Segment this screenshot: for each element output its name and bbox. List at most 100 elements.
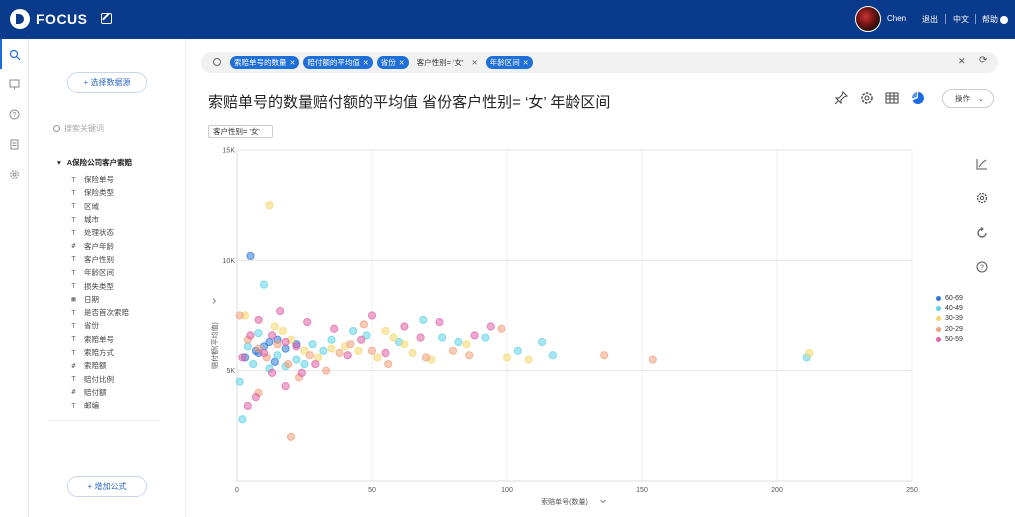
close-icon[interactable]: ✕	[523, 60, 529, 67]
field-item[interactable]: T 索赔单号	[69, 333, 129, 346]
avatar[interactable]	[855, 6, 881, 32]
field-label: 省份	[84, 321, 99, 331]
field-item[interactable]: T 客户性别	[69, 253, 129, 266]
legend-swatch	[936, 316, 941, 322]
x-tick-label: 250	[906, 487, 918, 494]
data-point	[359, 320, 368, 329]
pin-icon[interactable]	[833, 91, 848, 106]
x-tick-label: 50	[368, 487, 376, 494]
field-item[interactable]: T 邮编	[69, 399, 129, 412]
top-bar: FOCUS Chen 退出 中文 帮助	[0, 0, 1015, 39]
filter-tag[interactable]: 客户性别= '女'	[208, 125, 273, 138]
query-chip[interactable]: 省份 ✕	[376, 56, 409, 69]
query-filter-text[interactable]: 客户性别= '女' ✕	[413, 56, 482, 69]
reset-icon[interactable]	[973, 227, 991, 245]
board-icon[interactable]	[8, 79, 21, 92]
left-rail: ?	[0, 39, 29, 517]
keyword-search[interactable]: 搜索关键词	[53, 123, 165, 137]
field-label: 赔付比例	[84, 374, 114, 384]
field-label: 客户性别	[84, 254, 114, 264]
table-icon[interactable]	[884, 91, 899, 106]
refresh-icon[interactable]: ⟳	[979, 55, 987, 66]
chart-type-icon[interactable]	[910, 91, 925, 106]
data-point	[308, 340, 317, 349]
search-icon[interactable]	[8, 49, 21, 62]
chevron-down-icon	[600, 499, 606, 504]
field-list: T 保险单号 T 保险类型 T 区域 T 城市 T 处理状态 # 客户年龄 T 客户性别 T 年龄区间 T 损失类…	[69, 173, 129, 412]
legend-item[interactable]: 20-29	[936, 324, 963, 334]
divider	[49, 420, 159, 421]
add-formula-button[interactable]: + 增加公式	[67, 476, 147, 497]
field-item[interactable]: T 索赔方式	[69, 346, 129, 359]
text-field-icon: T	[71, 282, 76, 291]
close-icon[interactable]: ✕	[363, 60, 369, 67]
x-tick-label: 150	[636, 487, 648, 494]
legend-item[interactable]: 40-49	[936, 303, 963, 313]
gear-icon[interactable]	[8, 169, 21, 182]
field-label: 损失类型	[84, 281, 114, 291]
help-label: 帮助	[982, 15, 998, 24]
clear-icon[interactable]: ✕	[958, 56, 966, 67]
tree-root[interactable]: A保险公司客户索赔	[57, 157, 132, 168]
search-icon	[213, 58, 221, 66]
y-tick-label: 5K	[226, 368, 235, 375]
field-item[interactable]: T 处理状态	[69, 226, 129, 239]
query-chip[interactable]: 年龄区间 ✕	[485, 56, 533, 69]
data-point	[265, 337, 274, 347]
data-point	[481, 333, 490, 342]
data-point	[278, 326, 288, 336]
field-item[interactable]: T 保险单号	[69, 173, 129, 186]
field-item[interactable]: ▦ 日期	[69, 293, 129, 306]
settings-icon[interactable]	[859, 91, 874, 106]
close-icon[interactable]: ✕	[399, 60, 405, 67]
query-chips: 索赔单号的数量 ✕ 赔付额的平均值 ✕ 省份 ✕ 客户性别= '女' ✕ 年龄区间 ✕	[230, 56, 533, 69]
field-label: 年龄区间	[84, 268, 114, 278]
close-icon[interactable]: ✕	[471, 58, 477, 67]
field-item[interactable]: # 客户年龄	[69, 239, 129, 252]
help-link[interactable]: 帮助	[982, 14, 1008, 25]
data-point	[435, 318, 444, 327]
legend-swatch	[936, 336, 941, 342]
data-point	[281, 382, 290, 391]
field-item[interactable]: T 区域	[69, 200, 129, 213]
user-name[interactable]: Chen	[887, 14, 906, 23]
legend-item[interactable]: 60-69	[936, 293, 963, 303]
operations-button[interactable]: 操作 ⌄	[942, 89, 994, 108]
field-item[interactable]: T 赔付比例	[69, 372, 129, 385]
field-item[interactable]: T 年龄区间	[69, 266, 129, 279]
data-icon[interactable]	[8, 139, 21, 152]
language-link[interactable]: 中文	[953, 14, 969, 25]
axis-icon[interactable]	[973, 158, 991, 176]
field-label: 城市	[84, 215, 99, 225]
edit-icon[interactable]	[101, 13, 112, 24]
data-point	[281, 337, 290, 347]
field-item[interactable]: T 城市	[69, 213, 129, 226]
logout-link[interactable]: 退出	[922, 14, 938, 25]
field-item[interactable]: # 赔付额	[69, 386, 129, 399]
number-field-icon: #	[71, 361, 76, 370]
query-chip[interactable]: 索赔单号的数量 ✕	[230, 56, 300, 69]
data-point	[354, 346, 363, 355]
field-item[interactable]: T 损失类型	[69, 279, 129, 292]
select-source-button[interactable]: + 选择数据源	[67, 72, 147, 93]
logo[interactable]: FOCUS	[10, 9, 88, 29]
field-item[interactable]: T 是否首次索赔	[69, 306, 129, 319]
query-chip[interactable]: 赔付额的平均值 ✕	[303, 56, 373, 69]
field-label: 索赔单号	[84, 334, 114, 344]
data-point	[268, 368, 277, 377]
legend-item[interactable]: 50-59	[936, 334, 963, 344]
data-point	[297, 368, 306, 377]
field-item[interactable]: T 保险类型	[69, 186, 129, 199]
field-item[interactable]: T 省份	[69, 319, 129, 332]
field-item[interactable]: # 索赔额	[69, 359, 129, 372]
help-icon[interactable]: ?	[973, 261, 991, 279]
top-separator	[945, 14, 946, 24]
close-icon[interactable]: ✕	[290, 60, 296, 67]
number-field-icon: #	[71, 242, 76, 251]
query-bar[interactable]: 索赔单号的数量 ✕ 赔付额的平均值 ✕ 省份 ✕ 客户性别= '女' ✕ 年龄区间 ✕ ✕…	[201, 52, 998, 73]
data-point	[373, 353, 382, 362]
legend-item[interactable]: 30-39	[936, 314, 963, 324]
settings-icon[interactable]	[973, 192, 991, 210]
question-icon[interactable]: ?	[8, 109, 21, 122]
data-point	[416, 333, 425, 342]
